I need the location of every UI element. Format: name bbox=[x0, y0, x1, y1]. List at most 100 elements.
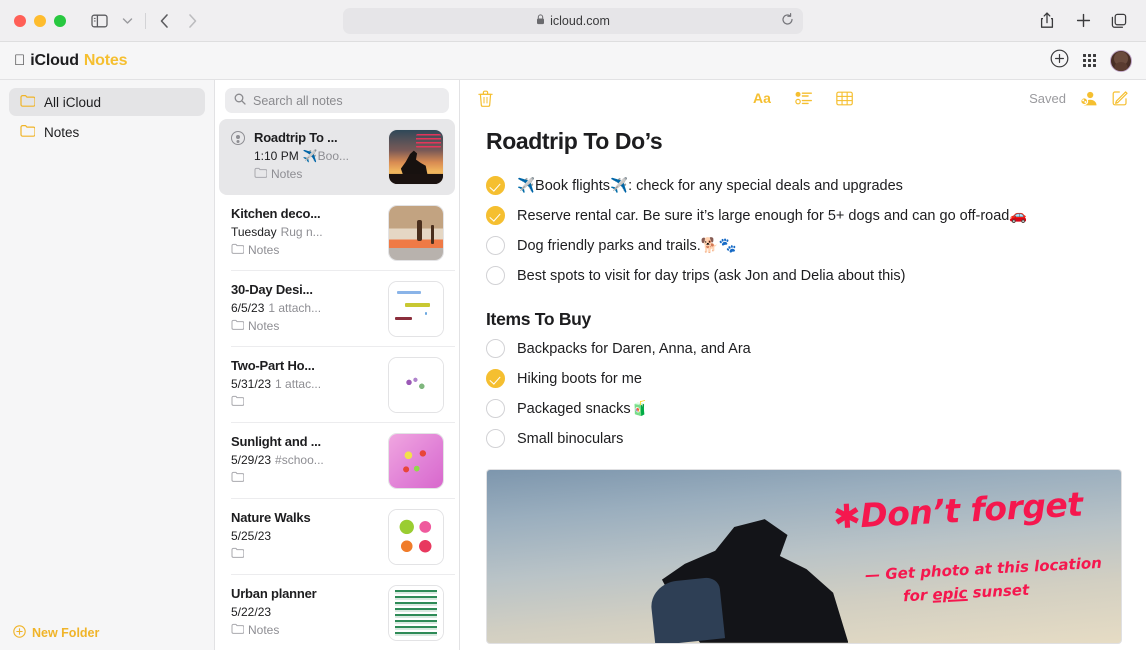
minimize-window-button[interactable] bbox=[34, 15, 46, 27]
folder-icon bbox=[231, 318, 244, 335]
folder-icon bbox=[254, 166, 267, 183]
note-meta: 5/29/23#schoo... bbox=[231, 452, 379, 469]
search-container: Search all notes bbox=[215, 80, 459, 119]
checkbox-checked[interactable] bbox=[486, 206, 505, 225]
browser-window: icloud.com  iCloud Notes bbox=[0, 0, 1146, 650]
checklist-item[interactable]: Small binoculars bbox=[486, 430, 1122, 449]
tab-overview-icon[interactable] bbox=[1106, 9, 1132, 33]
compose-icon[interactable] bbox=[1112, 90, 1128, 106]
checkbox-unchecked[interactable] bbox=[486, 236, 505, 255]
note-list-item[interactable]: Sunlight and ...5/29/23#schoo... bbox=[219, 423, 455, 499]
search-input[interactable]: Search all notes bbox=[225, 88, 449, 113]
new-tab-plus-icon[interactable] bbox=[1070, 9, 1096, 33]
folder-icon bbox=[231, 394, 244, 411]
sidebar-toggle-icon[interactable] bbox=[86, 9, 112, 33]
share-collaborate-icon[interactable] bbox=[1080, 90, 1098, 107]
checklist-icon[interactable] bbox=[795, 91, 812, 105]
folders-sidebar: All iCloud Notes New Folder bbox=[0, 80, 215, 650]
icloud-brand[interactable]:  iCloud Notes bbox=[14, 52, 127, 70]
note-meta: 6/5/231 attach... bbox=[231, 300, 379, 317]
note-meta: 1:10 PM✈️Boo... bbox=[254, 148, 379, 165]
lock-icon bbox=[536, 14, 545, 28]
share-icon[interactable] bbox=[1034, 9, 1060, 33]
sidebar-item-notes[interactable]: Notes bbox=[9, 118, 205, 146]
forward-arrow-icon[interactable] bbox=[179, 9, 205, 33]
checklist-item-label: Hiking boots for me bbox=[517, 370, 642, 389]
text-format-icon[interactable]: Aa bbox=[753, 90, 771, 106]
new-folder-button[interactable]: New Folder bbox=[0, 616, 214, 650]
app-grid-icon[interactable] bbox=[1083, 54, 1096, 67]
checkbox-checked[interactable] bbox=[486, 176, 505, 195]
note-date: 5/22/23 bbox=[231, 604, 271, 621]
note-list-item[interactable]: Urban planner5/22/23Notes bbox=[219, 575, 455, 650]
note-folder: Notes bbox=[231, 318, 379, 335]
note-date: 6/5/23 bbox=[231, 300, 264, 317]
checklist-item[interactable]: ✈️Book flights✈️: check for any special … bbox=[486, 177, 1122, 196]
photo-annotation-line1: — Get photo at this location bbox=[865, 554, 1103, 584]
checkbox-checked[interactable] bbox=[486, 369, 505, 388]
note-folder-label: Notes bbox=[271, 166, 302, 183]
note-snippet: #schoo... bbox=[275, 452, 324, 469]
note-meta: TuesdayRug n... bbox=[231, 224, 379, 241]
folder-icon bbox=[231, 242, 244, 259]
checklist-item[interactable]: Packaged snacks🧃 bbox=[486, 400, 1122, 419]
checkbox-unchecked[interactable] bbox=[486, 266, 505, 285]
note-editor: Aa Saved bbox=[460, 80, 1146, 650]
checklist-item[interactable]: Best spots to visit for day trips (ask J… bbox=[486, 267, 1122, 286]
new-folder-label: New Folder bbox=[32, 626, 99, 640]
note-photo-attachment[interactable]: ✱Don’t forget — Get photo at this locati… bbox=[486, 469, 1122, 644]
note-folder bbox=[231, 546, 379, 563]
saved-status-label: Saved bbox=[1029, 91, 1066, 106]
checklist-item[interactable]: Backpacks for Daren, Anna, and Ara bbox=[486, 340, 1122, 359]
trash-icon[interactable] bbox=[478, 90, 493, 107]
formatting-tools: Aa bbox=[753, 90, 853, 106]
notes-list-pane: Search all notes Roadtrip To ...1:10 PM✈… bbox=[215, 80, 460, 650]
app-body: All iCloud Notes New Folder bbox=[0, 80, 1146, 650]
sidebar-item-all-icloud[interactable]: All iCloud bbox=[9, 88, 205, 116]
note-content[interactable]: Roadtrip To Do’s ✈️Book flights✈️: check… bbox=[460, 116, 1146, 650]
note-folder bbox=[231, 470, 379, 487]
note-snippet: 1 attac... bbox=[275, 376, 321, 393]
folder-icon bbox=[20, 124, 35, 140]
address-bar[interactable]: icloud.com bbox=[343, 8, 803, 34]
note-list-item[interactable]: Roadtrip To ...1:10 PM✈️Boo...Notes bbox=[219, 119, 455, 195]
checkbox-unchecked[interactable] bbox=[486, 429, 505, 448]
chevron-down-icon[interactable] bbox=[114, 9, 140, 33]
user-avatar[interactable] bbox=[1110, 50, 1132, 72]
note-list-item[interactable]: Two-Part Ho...5/31/231 attac... bbox=[219, 347, 455, 423]
note-folder: Notes bbox=[254, 166, 379, 183]
checkbox-unchecked[interactable] bbox=[486, 339, 505, 358]
note-folder: Notes bbox=[231, 622, 379, 639]
checkbox-unchecked[interactable] bbox=[486, 399, 505, 418]
note-title-label: Two-Part Ho... bbox=[231, 357, 379, 375]
note-title[interactable]: Roadtrip To Do’s bbox=[486, 128, 1122, 155]
note-thumbnail bbox=[388, 129, 444, 185]
checklist-item[interactable]: Dog friendly parks and trails.🐕🐾 bbox=[486, 237, 1122, 256]
todo-checklist: ✈️Book flights✈️: check for any special … bbox=[486, 177, 1122, 285]
note-list-item[interactable]: Kitchen deco...TuesdayRug n...Notes bbox=[219, 195, 455, 271]
checklist-item[interactable]: Hiking boots for me bbox=[486, 370, 1122, 389]
note-title-label: Nature Walks bbox=[231, 509, 379, 527]
maximize-window-button[interactable] bbox=[54, 15, 66, 27]
photo-annotation-title: ✱Don’t forget bbox=[833, 484, 1084, 536]
notes-scroll-area[interactable]: Roadtrip To ...1:10 PM✈️Boo...NotesKitch… bbox=[215, 119, 459, 650]
plus-circle-icon[interactable] bbox=[1050, 49, 1069, 73]
folder-icon bbox=[231, 470, 244, 487]
items-to-buy-checklist: Backpacks for Daren, Anna, and Ara Hiking… bbox=[486, 340, 1122, 448]
note-date: Tuesday bbox=[231, 224, 277, 241]
shared-note-icon bbox=[231, 131, 245, 145]
checklist-item-label: Packaged snacks🧃 bbox=[517, 400, 649, 419]
note-list-item[interactable]: Nature Walks5/25/23 bbox=[219, 499, 455, 575]
editor-status-actions: Saved bbox=[1029, 90, 1128, 107]
checklist-item-label: Backpacks for Daren, Anna, and Ara bbox=[517, 340, 751, 359]
back-arrow-icon[interactable] bbox=[151, 9, 177, 33]
close-window-button[interactable] bbox=[14, 15, 26, 27]
table-icon[interactable] bbox=[836, 91, 853, 106]
checklist-item[interactable]: Reserve rental car. Be sure it’s large e… bbox=[486, 207, 1122, 226]
icloud-header-actions bbox=[1050, 49, 1132, 73]
note-folder bbox=[231, 394, 379, 411]
reload-icon[interactable] bbox=[781, 13, 794, 29]
editor-toolbar: Aa Saved bbox=[460, 80, 1146, 116]
folder-icon bbox=[20, 94, 35, 110]
note-list-item[interactable]: 30-Day Desi...6/5/231 attach...Notes bbox=[219, 271, 455, 347]
